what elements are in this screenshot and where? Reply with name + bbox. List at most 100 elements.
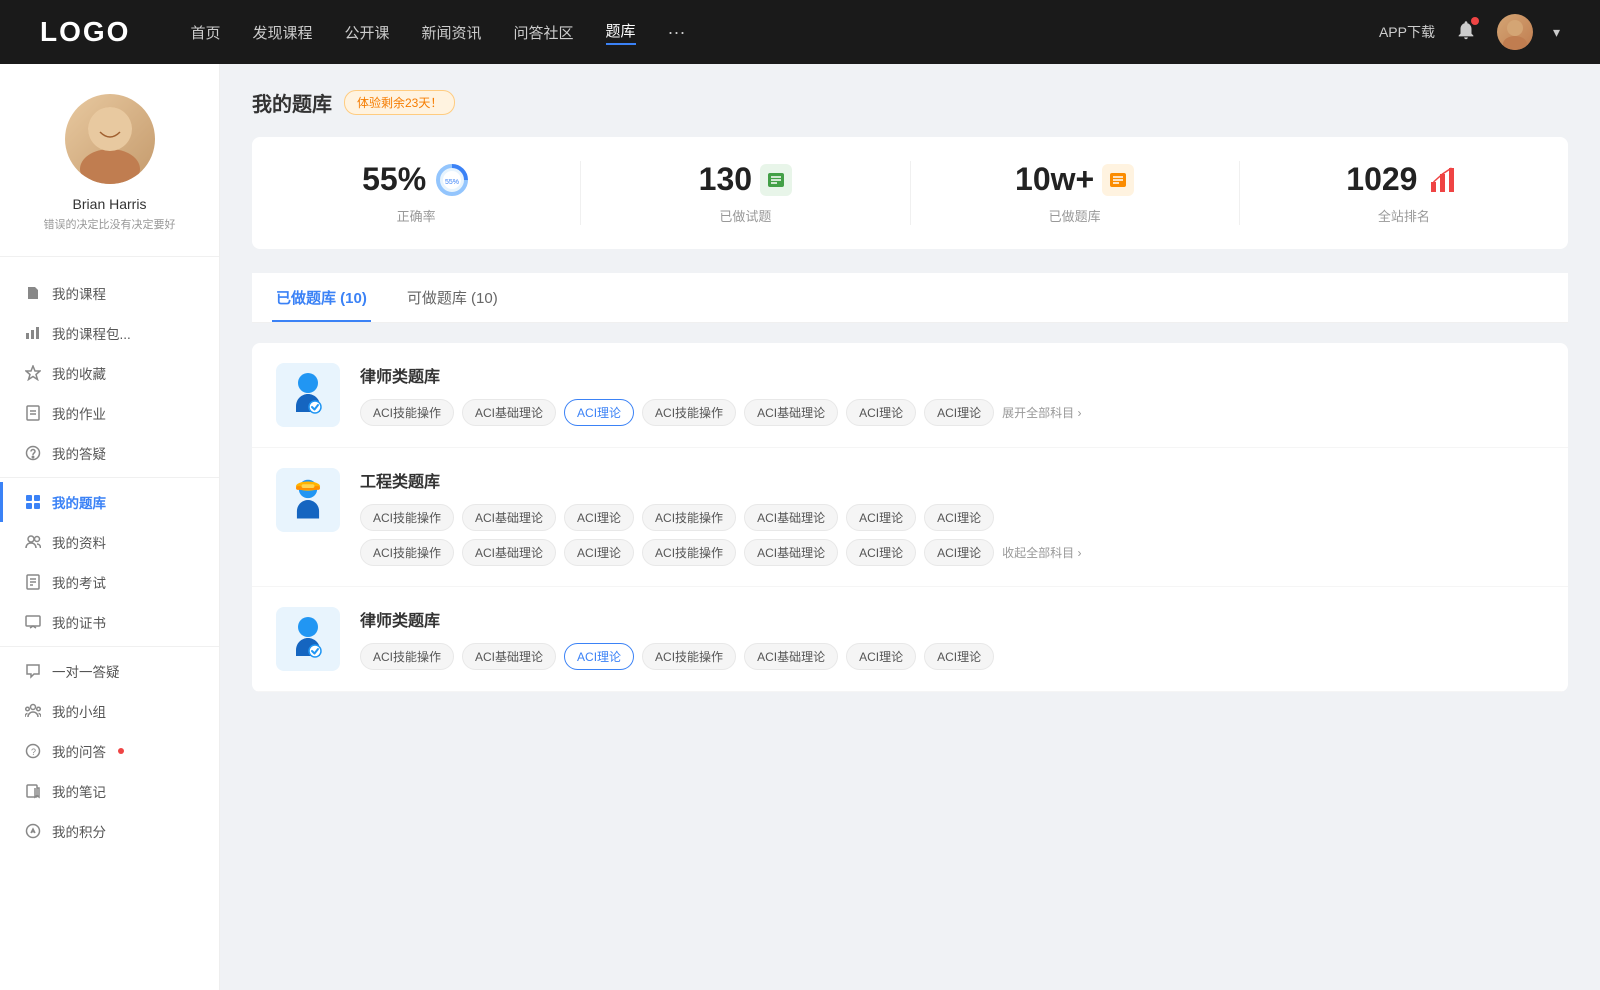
sidebar-item-favorites[interactable]: 我的收藏 (0, 353, 219, 393)
law2-tag-4[interactable]: ACI技能操作 (642, 643, 736, 670)
tag-7[interactable]: ACI理论 (924, 399, 994, 426)
nav-opencourse[interactable]: 公开课 (344, 22, 389, 43)
stat-done-questions-label: 已做试题 (601, 206, 889, 225)
doc-icon (24, 404, 42, 422)
sidebar-item-homework[interactable]: 我的作业 (0, 393, 219, 433)
eng-tag-4[interactable]: ACI技能操作 (642, 504, 736, 531)
expand-btn-lawyer-1[interactable]: 展开全部科目 › (1002, 404, 1081, 421)
sidebar-item-points[interactable]: 我的积分 (0, 811, 219, 851)
sidebar-item-my-courses[interactable]: 我的课程 (0, 273, 219, 313)
eng-tag-7[interactable]: ACI理论 (924, 504, 994, 531)
sidebar-item-cert[interactable]: 我的证书 (0, 602, 219, 642)
trial-badge: 体验剩余23天！ (344, 90, 455, 115)
stat-done-banks-label: 已做题库 (931, 206, 1219, 225)
tag-5[interactable]: ACI基础理论 (744, 399, 838, 426)
sidebar-item-answers[interactable]: 我的答疑 (0, 433, 219, 473)
stat-done-banks: 10w+ 已做题库 (911, 161, 1240, 225)
group-icon (24, 702, 42, 720)
sidebar-divider-2 (0, 646, 219, 647)
qbank-item-lawyer-1: 律师类题库 ACI技能操作 ACI基础理论 ACI理论 ACI技能操作 ACI基… (252, 343, 1568, 448)
sidebar-item-group[interactable]: 我的小组 (0, 691, 219, 731)
sidebar-label-course-pkg: 我的课程包... (52, 323, 131, 343)
tag-1[interactable]: ACI技能操作 (360, 399, 454, 426)
sidebar-label-notes: 我的笔记 (52, 781, 106, 801)
points-icon (24, 822, 42, 840)
nav-discover[interactable]: 发现课程 (252, 22, 312, 43)
nav-qbank[interactable]: 题库 (606, 20, 636, 45)
qbank-lawyer-1-tags: ACI技能操作 ACI基础理论 ACI理论 ACI技能操作 ACI基础理论 AC… (360, 399, 1544, 426)
stat-accuracy-value: 55% (362, 161, 426, 198)
eng-tag-14[interactable]: ACI理论 (924, 539, 994, 566)
sidebar-item-course-pkg[interactable]: 我的课程包... (0, 313, 219, 353)
law2-tag-2[interactable]: ACI基础理论 (462, 643, 556, 670)
sidebar-item-exam[interactable]: 我的考试 (0, 562, 219, 602)
notification-bell[interactable] (1455, 19, 1477, 46)
list-orange-icon (1102, 164, 1134, 196)
qbank-engineer-info: 工程类题库 ACI技能操作 ACI基础理论 ACI理论 ACI技能操作 ACI基… (360, 468, 1544, 566)
eng-tag-1[interactable]: ACI技能操作 (360, 504, 454, 531)
qbank-lawyer-1-title: 律师类题库 (360, 363, 1544, 387)
eng-tag-13[interactable]: ACI理论 (846, 539, 916, 566)
sidebar-item-profile[interactable]: 我的资料 (0, 522, 219, 562)
tag-6[interactable]: ACI理论 (846, 399, 916, 426)
certificate-icon (24, 613, 42, 631)
sidebar-label-profile: 我的资料 (52, 532, 106, 552)
note-icon (24, 782, 42, 800)
sidebar-divider-1 (0, 477, 219, 478)
eng-tag-6[interactable]: ACI理论 (846, 504, 916, 531)
eng-tag-12[interactable]: ACI基础理论 (744, 539, 838, 566)
law2-tag-6[interactable]: ACI理论 (846, 643, 916, 670)
tag-3[interactable]: ACI理论 (564, 399, 634, 426)
collapse-btn-engineer[interactable]: 收起全部科目 › (1002, 544, 1081, 561)
stat-done-questions: 130 已做试题 (581, 161, 910, 225)
eng-tag-5[interactable]: ACI基础理论 (744, 504, 838, 531)
law2-tag-7[interactable]: ACI理论 (924, 643, 994, 670)
law2-tag-1[interactable]: ACI技能操作 (360, 643, 454, 670)
file-icon (24, 284, 42, 302)
sidebar-label-1on1: 一对一答疑 (52, 661, 120, 681)
eng-tag-11[interactable]: ACI技能操作 (642, 539, 736, 566)
nav-home[interactable]: 首页 (190, 22, 220, 43)
sidebar-item-qbank[interactable]: 我的题库 (0, 482, 219, 522)
qbank-item-lawyer-2: 律师类题库 ACI技能操作 ACI基础理论 ACI理论 ACI技能操作 ACI基… (252, 587, 1568, 692)
qbank-engineer-icon (276, 468, 340, 532)
question-circle-icon (24, 444, 42, 462)
svg-text:55%: 55% (445, 179, 459, 186)
eng-tag-2[interactable]: ACI基础理论 (462, 504, 556, 531)
nav-qa[interactable]: 问答社区 (514, 22, 574, 43)
nav-more[interactable]: ··· (668, 22, 686, 43)
question2-icon: ? (24, 742, 42, 760)
sidebar-label-homework: 我的作业 (52, 403, 106, 423)
sidebar-item-notes[interactable]: 我的笔记 (0, 771, 219, 811)
tag-2[interactable]: ACI基础理论 (462, 399, 556, 426)
page-header: 我的题库 体验剩余23天！ (252, 88, 1568, 117)
notification-dot (1471, 17, 1479, 25)
sidebar-item-myqa[interactable]: ? 我的问答 (0, 731, 219, 771)
eng-tag-10[interactable]: ACI理论 (564, 539, 634, 566)
qbank-lawyer-2-info: 律师类题库 ACI技能操作 ACI基础理论 ACI理论 ACI技能操作 ACI基… (360, 607, 1544, 670)
tab-bar: 已做题库 (10) 可做题库 (10) (252, 273, 1568, 323)
sidebar-item-1on1[interactable]: 一对一答疑 (0, 651, 219, 691)
qbank-lawyer-2-title: 律师类题库 (360, 607, 1544, 631)
qbank-lawyer-icon-2 (276, 607, 340, 671)
eng-tag-9[interactable]: ACI基础理论 (462, 539, 556, 566)
nav-menu: 首页 发现课程 公开课 新闻资讯 问答社区 题库 ··· (190, 20, 1379, 45)
nav-news[interactable]: 新闻资讯 (422, 22, 482, 43)
grid-icon (24, 493, 42, 511)
sidebar-menu: 我的课程 我的课程包... 我的收藏 我的作业 (0, 257, 219, 867)
tab-available-banks[interactable]: 可做题库 (10) (403, 273, 502, 322)
stat-ranking: 1029 全站排名 (1240, 161, 1568, 225)
eng-tag-8[interactable]: ACI技能操作 (360, 539, 454, 566)
list-green-icon (760, 164, 792, 196)
sidebar: Brian Harris 错误的决定比没有决定要好 我的课程 我的课程包... (0, 64, 220, 990)
tab-done-banks[interactable]: 已做题库 (10) (272, 273, 371, 322)
law2-tag-5[interactable]: ACI基础理论 (744, 643, 838, 670)
law2-tag-3[interactable]: ACI理论 (564, 643, 634, 670)
qbank-lawyer-icon-1 (276, 363, 340, 427)
profile-avatar (65, 94, 155, 184)
tag-4[interactable]: ACI技能操作 (642, 399, 736, 426)
avatar[interactable] (1497, 14, 1533, 50)
avatar-dropdown[interactable]: ▾ (1553, 24, 1560, 41)
eng-tag-3[interactable]: ACI理论 (564, 504, 634, 531)
app-download-btn[interactable]: APP下载 (1379, 22, 1435, 42)
